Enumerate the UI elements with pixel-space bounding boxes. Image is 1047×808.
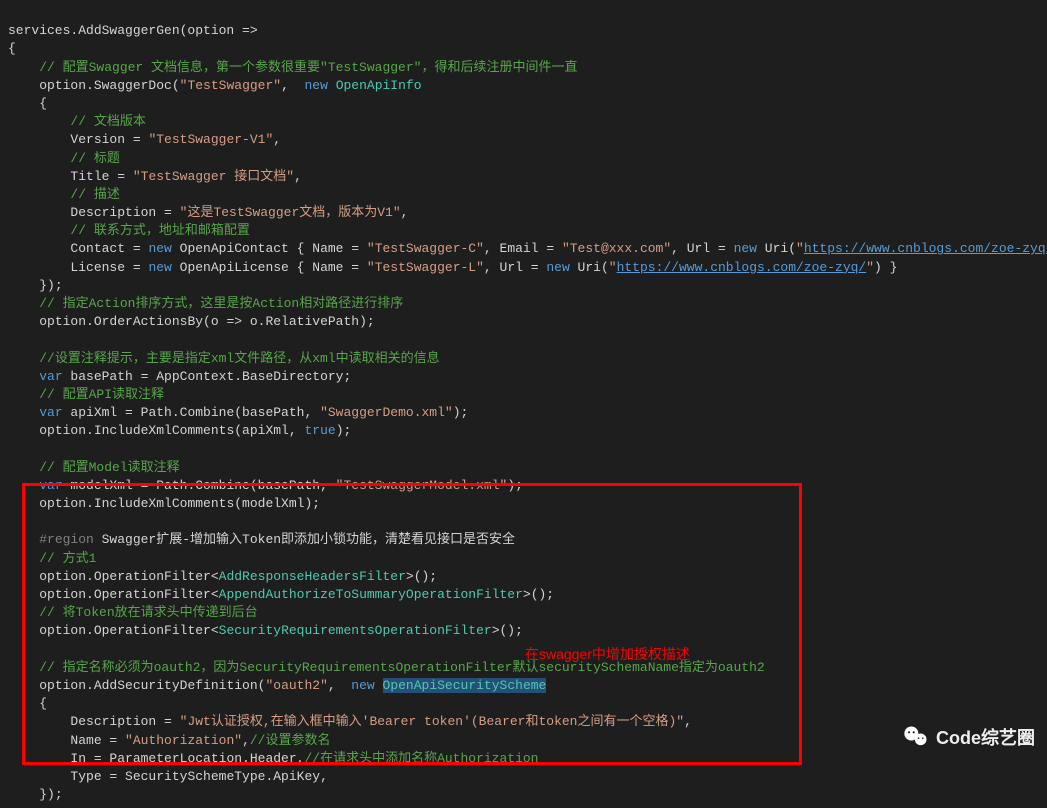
code-line: }); [8,787,63,802]
code-line: var modelXml = Path.Combine(basePath, "T… [8,478,523,493]
code-line: Title = "TestSwagger 接口文档", [8,169,302,184]
code-line: var basePath = AppContext.BaseDirectory; [8,369,351,384]
code-line: In = ParameterLocation.Header,//在请求头中添加名… [8,751,539,766]
code-line: // 标题 [8,151,120,166]
code-editor[interactable]: services.AddSwaggerGen(option => { // 配置… [0,0,1047,808]
code-line: var apiXml = Path.Combine(basePath, "Swa… [8,405,468,420]
wechat-icon [902,723,930,751]
watermark-text: Code综艺圈 [936,724,1035,750]
code-line: Contact = new OpenApiContact { Name = "T… [8,241,1047,256]
code-line: { [8,696,47,711]
watermark: Code综艺圈 [902,723,1035,751]
code-line: Type = SecuritySchemeType.ApiKey, [8,769,328,784]
code-line: // 文档版本 [8,114,146,129]
code-line [8,442,16,457]
code-line [8,332,16,347]
code-line [8,514,16,529]
code-line [8,642,16,657]
code-line: Name = "Authorization",//设置参数名 [8,733,330,748]
code-line: #region Swagger扩展-增加输入Token即添加小锁功能，清楚看见接… [8,532,515,547]
code-line: // 联系方式，地址和邮箱配置 [8,223,250,238]
code-line: option.OperationFilter<SecurityRequireme… [8,623,523,638]
code-line: License = new OpenApiLicense { Name = "T… [8,260,897,275]
code-line: services.AddSwaggerGen(option => [8,23,258,38]
code-line: Version = "TestSwagger-V1", [8,132,281,147]
code-line: option.OperationFilter<AddResponseHeader… [8,569,437,584]
annotation-text: 在swagger中增加授权描述 [525,644,690,664]
code-line: //设置注释提示，主要是指定xml文件路径，从xml中读取相关的信息 [8,351,440,366]
code-line: option.OperationFilter<AppendAuthorizeTo… [8,587,554,602]
code-line: option.SwaggerDoc("TestSwagger", new Ope… [8,78,422,93]
code-line: // 配置Swagger 文档信息，第一个参数很重要"TestSwagger"，… [8,60,577,75]
code-line: option.IncludeXmlComments(modelXml); [8,496,320,511]
code-line: // 配置API读取注释 [8,387,164,402]
code-line: // 方式1 [8,551,96,566]
code-line: { [8,96,47,111]
selected-text: OpenApiSecurityScheme [383,678,547,693]
code-line: Description = "Jwt认证授权,在输入框中输入'Bearer to… [8,714,692,729]
code-line: // 将Token放在请求头中传递到后台 [8,605,258,620]
code-line: // 配置Model读取注释 [8,460,180,475]
code-line: Description = "这是TestSwagger文档，版本为V1", [8,205,408,220]
code-line: // 指定Action排序方式，这里是按Action相对路径进行排序 [8,296,403,311]
code-line: // 描述 [8,187,120,202]
code-line: option.AddSecurityDefinition("oauth2", n… [8,678,546,693]
code-line: option.OrderActionsBy(o => o.RelativePat… [8,314,375,329]
code-line: { [8,41,16,56]
code-line: }); [8,278,63,293]
code-line: option.IncludeXmlComments(apiXml, true); [8,423,351,438]
